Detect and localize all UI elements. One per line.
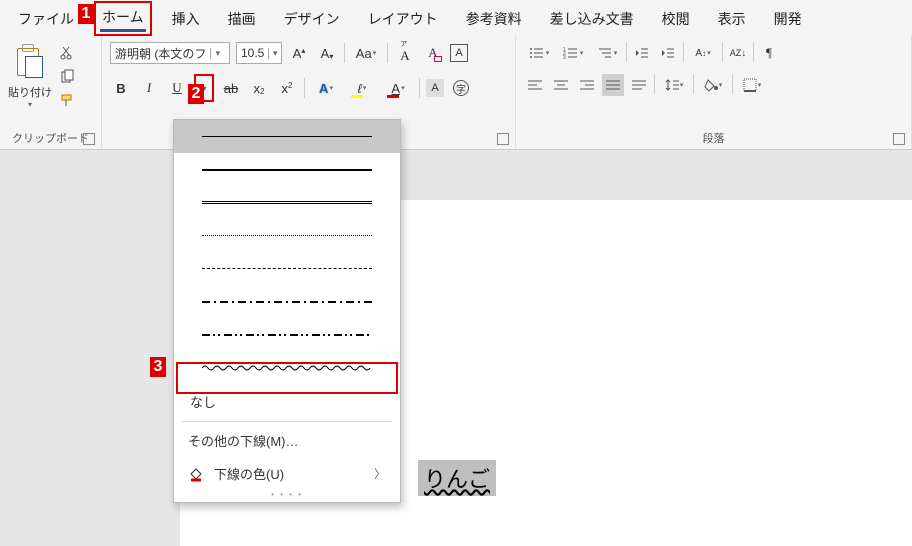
show-marks-button[interactable]: ¶ <box>758 42 780 64</box>
bullets-button[interactable]: ▾ <box>524 42 554 64</box>
subscript-button[interactable]: x2 <box>248 77 270 99</box>
paragraph-dialog-launcher[interactable] <box>893 133 905 145</box>
sample-text[interactable]: りんご <box>418 460 496 496</box>
text-direction-button[interactable]: A↕▾ <box>688 42 718 64</box>
borders-button[interactable]: ▾ <box>737 74 767 96</box>
underline-option-wave[interactable] <box>174 351 400 384</box>
align-justify-button[interactable] <box>602 74 624 96</box>
enclose-characters-button[interactable]: 字 <box>450 77 472 99</box>
increase-indent-button[interactable] <box>657 42 679 64</box>
grow-font-button[interactable]: A▴ <box>288 42 310 64</box>
clipboard-group-label: クリップボード <box>0 127 101 149</box>
underline-option-none[interactable]: なし <box>174 384 400 419</box>
ribbon: 貼り付け ▾ クリップボード 游明朝 (本文のフ▾ 10.5▾ A▴ A▾ <box>0 36 912 150</box>
tab-design[interactable]: デザイン <box>276 3 348 33</box>
font-size-dropdown[interactable]: 10.5▾ <box>236 42 282 64</box>
phonetic-guide-button[interactable]: アA <box>394 42 416 64</box>
font-dialog-launcher[interactable] <box>497 133 509 145</box>
cut-button[interactable] <box>58 44 76 62</box>
copy-button[interactable] <box>58 68 76 86</box>
clipboard-mini-buttons <box>58 42 76 110</box>
tab-home[interactable]: ホーム <box>100 5 146 32</box>
callout-2: 2 <box>188 84 204 104</box>
tab-draw[interactable]: 描画 <box>220 3 264 33</box>
callout-3: 3 <box>150 357 166 377</box>
paste-icon <box>13 42 47 82</box>
italic-button[interactable]: I <box>138 77 160 99</box>
bold-button[interactable]: B <box>110 77 132 99</box>
shrink-font-button[interactable]: A▾ <box>316 42 338 64</box>
underline-option-dash-dot[interactable] <box>174 285 400 318</box>
tab-file[interactable]: ファイル <box>10 3 82 33</box>
tab-layout[interactable]: レイアウト <box>360 3 446 33</box>
align-distribute-button[interactable] <box>628 74 650 96</box>
tab-mailings[interactable]: 差し込み文書 <box>542 3 642 33</box>
callout-1: 1 <box>78 4 94 24</box>
group-clipboard: 貼り付け ▾ クリップボード <box>0 36 102 149</box>
clear-formatting-button[interactable]: A <box>422 42 444 64</box>
format-painter-button[interactable] <box>58 92 76 110</box>
highlight-home-tab: ホーム <box>94 1 152 36</box>
underline-option-thick[interactable] <box>174 153 400 186</box>
character-border-button[interactable]: A <box>450 44 468 62</box>
underline-style-menu: なし その他の下線(M)… 下線の色(U) 〉 • • • • <box>173 119 401 503</box>
tab-developer[interactable]: 開発 <box>766 3 810 33</box>
tab-review[interactable]: 校閲 <box>654 3 698 33</box>
underline-option-dotted[interactable] <box>174 219 400 252</box>
multilevel-list-button[interactable]: ▾ <box>592 42 622 64</box>
change-case-button[interactable]: Aa▾ <box>351 42 381 64</box>
tab-view[interactable]: 表示 <box>710 3 754 33</box>
decrease-indent-button[interactable] <box>631 42 653 64</box>
menu-resize-grip[interactable]: • • • • <box>174 490 400 502</box>
line-spacing-button[interactable]: ▾ <box>659 74 689 96</box>
text-effects-button[interactable]: A▾ <box>311 77 341 99</box>
align-right-button[interactable] <box>576 74 598 96</box>
underline-option-dashed[interactable] <box>174 252 400 285</box>
chevron-right-icon: 〉 <box>374 465 386 482</box>
paste-label: 貼り付け <box>8 84 52 100</box>
paint-bucket-icon <box>188 466 204 482</box>
underline-button[interactable]: U <box>166 77 188 99</box>
more-underlines-item[interactable]: その他の下線(M)… <box>174 424 400 457</box>
tab-insert[interactable]: 挿入 <box>164 3 208 33</box>
font-color-button[interactable]: A▾ <box>383 77 413 99</box>
align-center-button[interactable] <box>550 74 572 96</box>
clipboard-dialog-launcher[interactable] <box>83 133 95 145</box>
underline-option-double[interactable] <box>174 186 400 219</box>
underline-option-dash-dot-dot[interactable] <box>174 318 400 351</box>
sort-button[interactable]: AZ↓ <box>727 42 749 64</box>
numbering-button[interactable]: 123▾ <box>558 42 588 64</box>
character-shading-button[interactable]: A <box>426 79 444 97</box>
tab-references[interactable]: 参考資料 <box>458 3 530 33</box>
underline-option-single[interactable] <box>174 120 400 153</box>
svg-text:3: 3 <box>563 55 566 60</box>
superscript-button[interactable]: x2 <box>276 77 298 99</box>
group-paragraph: ▾ 123▾ ▾ A↕▾ AZ↓ ¶ ▾ <box>516 36 912 149</box>
underline-color-item[interactable]: 下線の色(U) 〉 <box>174 457 400 490</box>
shading-button[interactable]: ▾ <box>698 74 728 96</box>
paste-button[interactable]: 貼り付け ▾ <box>8 42 52 109</box>
highlight-color-button[interactable]: ℓ▾ <box>347 77 377 99</box>
ribbon-tabs: ファイル ホーム 挿入 描画 デザイン レイアウト 参考資料 差し込み文書 校閲… <box>0 0 912 36</box>
paragraph-group-label: 段落 <box>516 127 911 149</box>
font-name-dropdown[interactable]: 游明朝 (本文のフ▾ <box>110 42 230 64</box>
align-left-button[interactable] <box>524 74 546 96</box>
strikethrough-button[interactable]: ab <box>220 77 242 99</box>
